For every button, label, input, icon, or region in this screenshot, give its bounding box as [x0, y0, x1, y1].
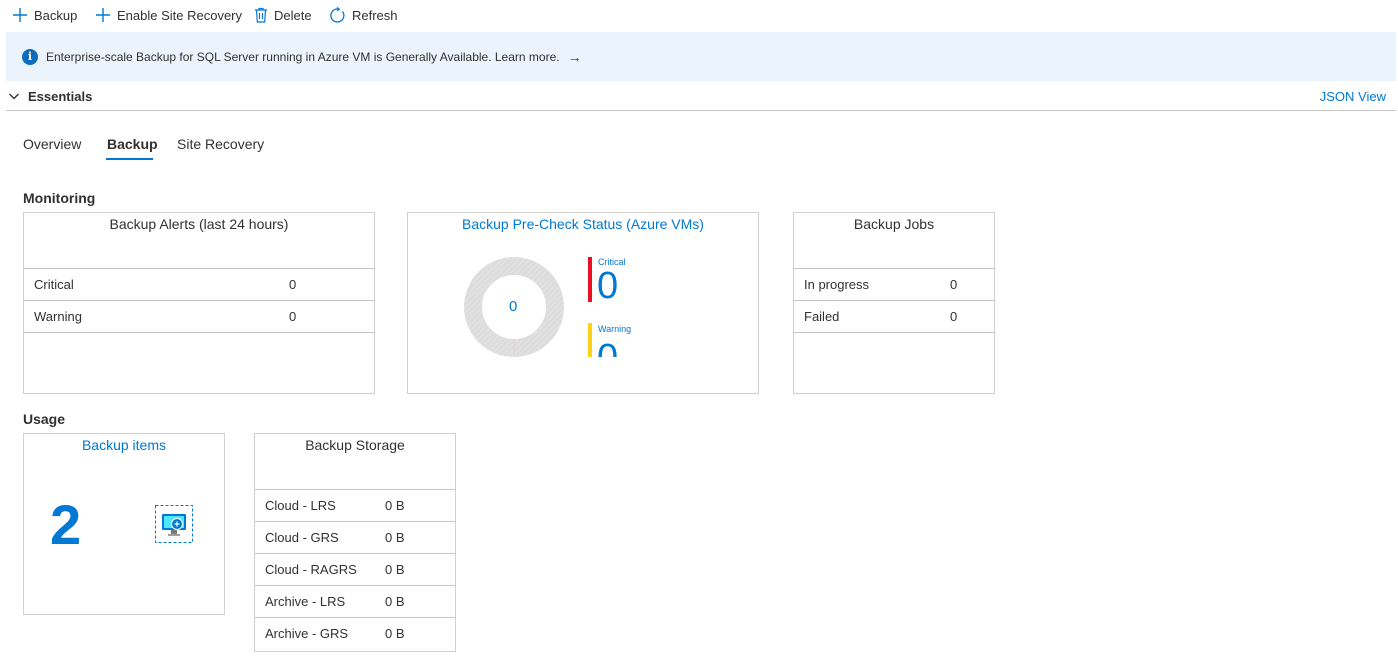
row-label: In progress — [804, 277, 870, 292]
table-row[interactable]: Cloud - RAGRS 0 B — [255, 553, 455, 585]
table-row[interactable]: Archive - GRS 0 B — [255, 617, 455, 649]
table-row[interactable]: Failed 0 — [794, 300, 994, 332]
row-value: 0 — [950, 309, 958, 324]
row-label: Warning — [34, 309, 82, 324]
donut-center-value: 0 — [509, 298, 518, 315]
divider — [794, 332, 994, 333]
backup-items-title[interactable]: Backup items — [24, 437, 224, 453]
usage-heading: Usage — [23, 411, 66, 427]
critical-bar — [588, 257, 592, 302]
info-icon: i — [22, 48, 38, 65]
refresh-button[interactable]: Refresh — [329, 4, 398, 26]
vm-backup-icon — [155, 505, 193, 543]
table-row[interactable]: Cloud - LRS 0 B — [255, 489, 455, 521]
table-row[interactable]: Critical 0 — [24, 268, 374, 300]
essentials-toggle[interactable]: Essentials — [28, 89, 92, 104]
row-label: Failed — [804, 309, 840, 324]
backup-jobs-tile[interactable]: Backup Jobs In progress 0 Failed 0 — [793, 212, 995, 394]
backup-storage-title: Backup Storage — [305, 437, 405, 453]
tab-site-recovery[interactable]: Site Recovery — [177, 136, 264, 152]
backup-precheck-title[interactable]: Backup Pre-Check Status (Azure VMs) — [408, 216, 758, 232]
row-value: 0 — [289, 277, 297, 292]
delete-button[interactable]: Delete — [254, 4, 312, 26]
json-view-link[interactable]: JSON View — [1320, 89, 1386, 104]
critical-value[interactable]: 0 — [597, 265, 618, 307]
active-tab-indicator — [106, 158, 153, 160]
backup-jobs-title: Backup Jobs — [853, 216, 935, 232]
monitoring-heading: Monitoring — [23, 190, 96, 206]
tab-backup[interactable]: Backup — [107, 136, 158, 152]
row-label: Archive - GRS — [265, 626, 349, 641]
delete-button-label: Delete — [274, 7, 312, 23]
table-row[interactable]: Cloud - GRS 0 B — [255, 521, 455, 553]
row-label: Archive - LRS — [265, 594, 346, 609]
row-value: 0 B — [385, 626, 405, 641]
backup-button-label: Backup — [34, 7, 78, 23]
row-value: 0 B — [385, 562, 405, 577]
warning-label: Warning — [598, 324, 632, 334]
row-value: 0 — [289, 309, 297, 324]
table-row[interactable]: Archive - LRS 0 B — [255, 585, 455, 617]
row-value: 0 B — [385, 530, 405, 545]
row-value: 0 — [950, 277, 958, 292]
row-label: Cloud - GRS — [265, 530, 339, 545]
arrow-right-icon[interactable]: → — [568, 49, 582, 65]
command-bar: Backup Enable Site Recovery Delete Refre… — [0, 0, 1398, 30]
backup-items-tile[interactable]: Backup items 2 — [23, 433, 225, 615]
warning-value-clip: 0 — [596, 337, 636, 357]
backup-alerts-title: Backup Alerts (last 24 hours) — [109, 216, 289, 232]
backup-alerts-tile[interactable]: Backup Alerts (last 24 hours) Critical 0… — [23, 212, 375, 394]
warning-bar — [588, 323, 592, 357]
banner-message[interactable]: Enterprise-scale Backup for SQL Server r… — [46, 50, 560, 64]
info-banner: i Enterprise-scale Backup for SQL Server… — [6, 32, 1396, 81]
plus-icon — [95, 7, 111, 23]
divider — [24, 332, 374, 333]
refresh-button-label: Refresh — [352, 7, 398, 23]
chevron-down-icon[interactable] — [8, 90, 20, 105]
enable-site-recovery-button[interactable]: Enable Site Recovery — [95, 4, 242, 26]
backup-storage-tile[interactable]: Backup Storage Cloud - LRS 0 B Cloud - G… — [254, 433, 456, 652]
table-row[interactable]: In progress 0 — [794, 268, 994, 300]
row-label: Critical — [34, 277, 74, 292]
enable-site-recovery-label: Enable Site Recovery — [117, 7, 243, 23]
row-label: Cloud - LRS — [265, 498, 336, 513]
backup-items-count: 2 — [50, 493, 82, 556]
table-row[interactable]: Warning 0 — [24, 300, 374, 332]
essentials-header: Essentials JSON View — [6, 86, 1396, 111]
plus-icon — [12, 7, 28, 23]
tab-overview[interactable]: Overview — [23, 136, 81, 152]
row-value: 0 B — [385, 498, 405, 513]
warning-value[interactable]: 0 — [597, 337, 618, 357]
row-value: 0 B — [385, 594, 405, 609]
backup-precheck-tile[interactable]: Backup Pre-Check Status (Azure VMs) 0 Cr… — [407, 212, 759, 394]
refresh-icon — [329, 6, 346, 24]
row-label: Cloud - RAGRS — [265, 562, 357, 577]
backup-button[interactable]: Backup — [12, 4, 77, 26]
trash-icon — [254, 7, 268, 23]
